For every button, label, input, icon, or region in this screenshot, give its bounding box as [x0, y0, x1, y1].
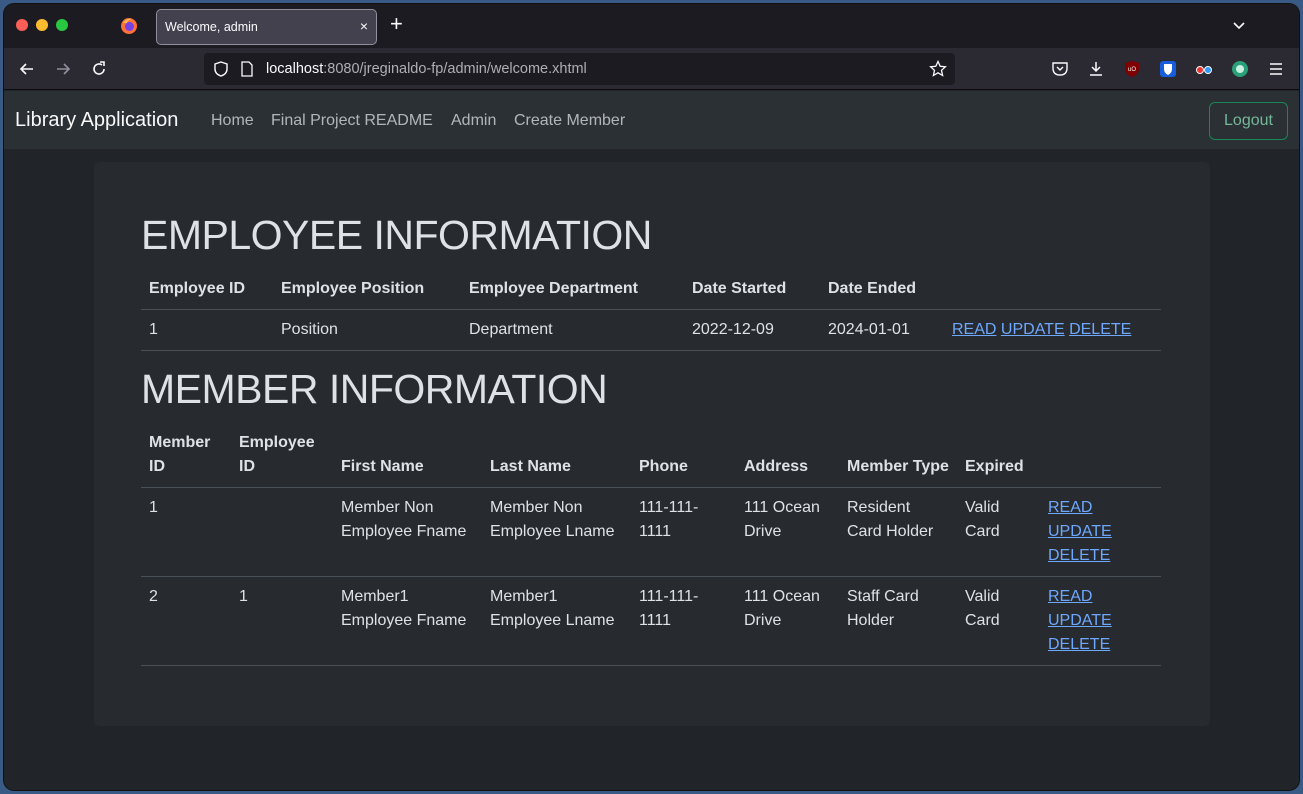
- cell-phone: 111-111-1111: [631, 576, 736, 666]
- back-icon[interactable]: [18, 60, 36, 78]
- nav-admin[interactable]: Admin: [451, 112, 496, 130]
- cell-member-id: 1: [141, 487, 231, 577]
- cell-last-name: Member1 Employee Lname: [482, 576, 631, 666]
- new-tab-button[interactable]: +: [390, 13, 403, 35]
- forward-icon[interactable]: [54, 60, 72, 78]
- tab-list-chevron-icon[interactable]: [1231, 18, 1247, 34]
- extension-glasses-icon[interactable]: [1195, 60, 1213, 78]
- svg-text:uO: uO: [1128, 67, 1136, 73]
- brand-link[interactable]: Library Application: [15, 109, 178, 132]
- update-link[interactable]: UPDATE: [1048, 523, 1112, 540]
- browser-window: Welcome, admin × + localhost:8080/jregin…: [4, 4, 1299, 790]
- maximize-window-button[interactable]: [56, 19, 68, 31]
- url-bar[interactable]: localhost:8080/jreginaldo-fp/admin/welco…: [204, 53, 955, 85]
- cell-actions: READ UPDATE DELETE: [944, 309, 1161, 351]
- table-row: 1 Member Non Employee Fname Member Non E…: [141, 487, 1161, 577]
- shield-icon[interactable]: [213, 61, 229, 77]
- column-header: Address: [736, 423, 839, 488]
- menu-icon[interactable]: [1267, 60, 1285, 78]
- column-header: Date Started: [684, 269, 820, 310]
- cell-date-started: 2022-12-09: [684, 309, 820, 351]
- cell-address: 111 Ocean Drive: [736, 576, 839, 666]
- pocket-icon[interactable]: [1051, 60, 1069, 78]
- url-host: localhost: [266, 61, 324, 77]
- bookmark-star-icon[interactable]: [929, 60, 947, 78]
- delete-link[interactable]: DELETE: [1048, 547, 1110, 564]
- column-header: Expired: [957, 423, 1040, 488]
- column-header: Employee ID: [141, 269, 273, 310]
- column-header-actions: [944, 269, 1161, 310]
- nav-home[interactable]: Home: [211, 112, 254, 130]
- cell-employee-id: [231, 487, 333, 577]
- employee-table-header: Employee ID Employee Position Employee D…: [141, 269, 1161, 310]
- column-header: Employee Department: [461, 269, 684, 310]
- column-header: Member Type: [839, 423, 957, 488]
- firefox-icon[interactable]: [120, 17, 138, 35]
- column-header: Date Ended: [820, 269, 944, 310]
- column-header: Last Name: [482, 423, 631, 488]
- column-header: Phone: [631, 423, 736, 488]
- url-text[interactable]: localhost:8080/jreginaldo-fp/admin/welco…: [266, 61, 587, 77]
- url-path: :8080/jreginaldo-fp/admin/welcome.xhtml: [323, 61, 587, 77]
- cell-member-type: Resident Card Holder: [839, 487, 957, 577]
- column-header: Employee ID: [231, 423, 333, 488]
- cell-department: Department: [461, 309, 684, 351]
- member-table: Member ID Employee ID First Name Last Na…: [141, 423, 1161, 666]
- cell-address: 111 Ocean Drive: [736, 487, 839, 577]
- cell-first-name: Member1 Employee Fname: [333, 576, 482, 666]
- content-card: EMPLOYEE INFORMATION Employee ID Employe…: [94, 162, 1210, 726]
- column-header: Employee Position: [273, 269, 461, 310]
- nav-create-member[interactable]: Create Member: [514, 112, 625, 130]
- sync-icon[interactable]: [1231, 60, 1249, 78]
- delete-link[interactable]: DELETE: [1069, 321, 1131, 338]
- cell-actions: READ UPDATE DELETE: [1040, 576, 1161, 666]
- read-link[interactable]: READ: [952, 321, 996, 338]
- cell-member-type: Staff Card Holder: [839, 576, 957, 666]
- employee-table: Employee ID Employee Position Employee D…: [141, 269, 1161, 351]
- cell-first-name: Member Non Employee Fname: [333, 487, 482, 577]
- cell-expired: Valid Card: [957, 576, 1040, 666]
- column-header: Member ID: [141, 423, 231, 488]
- reload-icon[interactable]: [90, 60, 108, 78]
- cell-employee-id: 1: [141, 309, 273, 351]
- download-icon[interactable]: [1087, 60, 1105, 78]
- employee-section-title: EMPLOYEE INFORMATION: [141, 212, 652, 258]
- table-row: 1 Position Department 2022-12-09 2024-01…: [141, 309, 1161, 351]
- member-section-title: MEMBER INFORMATION: [141, 366, 608, 412]
- cell-phone: 111-111-1111: [631, 487, 736, 577]
- cell-employee-id: 1: [231, 576, 333, 666]
- table-row: 2 1 Member1 Employee Fname Member1 Emplo…: [141, 576, 1161, 666]
- close-window-button[interactable]: [16, 19, 28, 31]
- logout-button[interactable]: Logout: [1209, 102, 1288, 140]
- bitwarden-icon[interactable]: [1159, 60, 1177, 78]
- read-link[interactable]: READ: [1048, 588, 1092, 605]
- cell-member-id: 2: [141, 576, 231, 666]
- read-link[interactable]: READ: [1048, 499, 1092, 516]
- delete-link[interactable]: DELETE: [1048, 636, 1110, 653]
- tab-bar: Welcome, admin × +: [4, 4, 1299, 48]
- ublock-icon[interactable]: uO: [1123, 60, 1141, 78]
- app-navbar: Library Application Home Final Project R…: [4, 91, 1299, 149]
- update-link[interactable]: UPDATE: [1001, 321, 1065, 338]
- cell-position: Position: [273, 309, 461, 351]
- tab-welcome[interactable]: Welcome, admin ×: [156, 9, 377, 45]
- tab-title: Welcome, admin: [165, 20, 258, 34]
- member-table-header: Member ID Employee ID First Name Last Na…: [141, 423, 1161, 488]
- nav-readme[interactable]: Final Project README: [271, 112, 433, 130]
- minimize-window-button[interactable]: [36, 19, 48, 31]
- cell-actions: READ UPDATE DELETE: [1040, 487, 1161, 577]
- cell-expired: Valid Card: [957, 487, 1040, 577]
- cell-date-ended: 2024-01-01: [820, 309, 944, 351]
- update-link[interactable]: UPDATE: [1048, 612, 1112, 629]
- column-header-actions: [1040, 423, 1161, 488]
- page-icon[interactable]: [240, 61, 254, 77]
- browser-toolbar: localhost:8080/jreginaldo-fp/admin/welco…: [4, 48, 1299, 90]
- column-header: First Name: [333, 423, 482, 488]
- tab-close-icon[interactable]: ×: [360, 18, 368, 34]
- cell-last-name: Member Non Employee Lname: [482, 487, 631, 577]
